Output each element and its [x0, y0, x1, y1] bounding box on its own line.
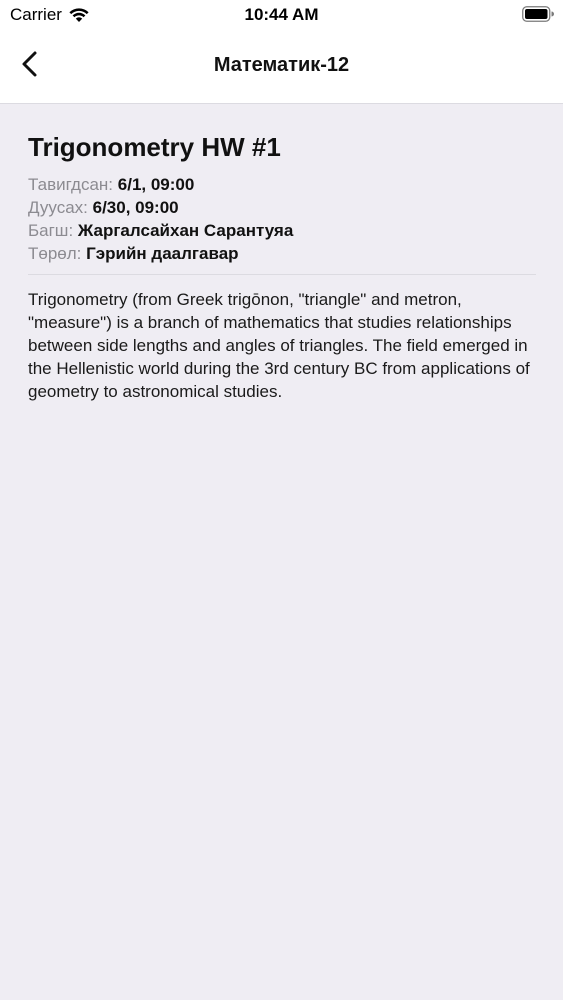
status-time: 10:44 AM: [244, 5, 319, 24]
divider: [28, 274, 536, 275]
meta-teacher: Багш: Жаргалсайхан Сарантуяа: [28, 219, 536, 242]
meta-type: Төрөл: Гэрийн даалгавар: [28, 242, 536, 265]
meta-type-value: Гэрийн даалгавар: [86, 244, 239, 263]
meta-due-label: Дуусах:: [28, 198, 88, 217]
meta-teacher-value: Жаргалсайхан Сарантуяа: [77, 221, 294, 240]
homework-detail: Trigonometry HW #1 Тавигдсан: 6/1, 09:00…: [28, 130, 536, 403]
meta-due-value: 6/30, 09:00: [92, 198, 179, 217]
meta-posted: Тавигдсан: 6/1, 09:00: [28, 173, 536, 196]
status-bar: Carrier 10:44 AM: [0, 0, 563, 30]
meta-posted-label: Тавигдсан:: [28, 175, 114, 194]
page-title: Математик-12: [213, 54, 350, 76]
battery-icon: [522, 6, 554, 22]
meta-teacher-label: Багш:: [28, 221, 74, 240]
homework-title: Trigonometry HW #1: [28, 132, 281, 162]
nav-bar: Математик-12: [0, 30, 563, 102]
top-bar: Carrier 10:44 AM Математик-12: [0, 0, 563, 104]
meta-posted-value: 6/1, 09:00: [117, 175, 195, 194]
meta-type-label: Төрөл:: [28, 244, 82, 263]
homework-description: Trigonometry (from Greek trigōnon, "tria…: [28, 290, 530, 401]
meta-due: Дуусах: 6/30, 09:00: [28, 196, 536, 219]
